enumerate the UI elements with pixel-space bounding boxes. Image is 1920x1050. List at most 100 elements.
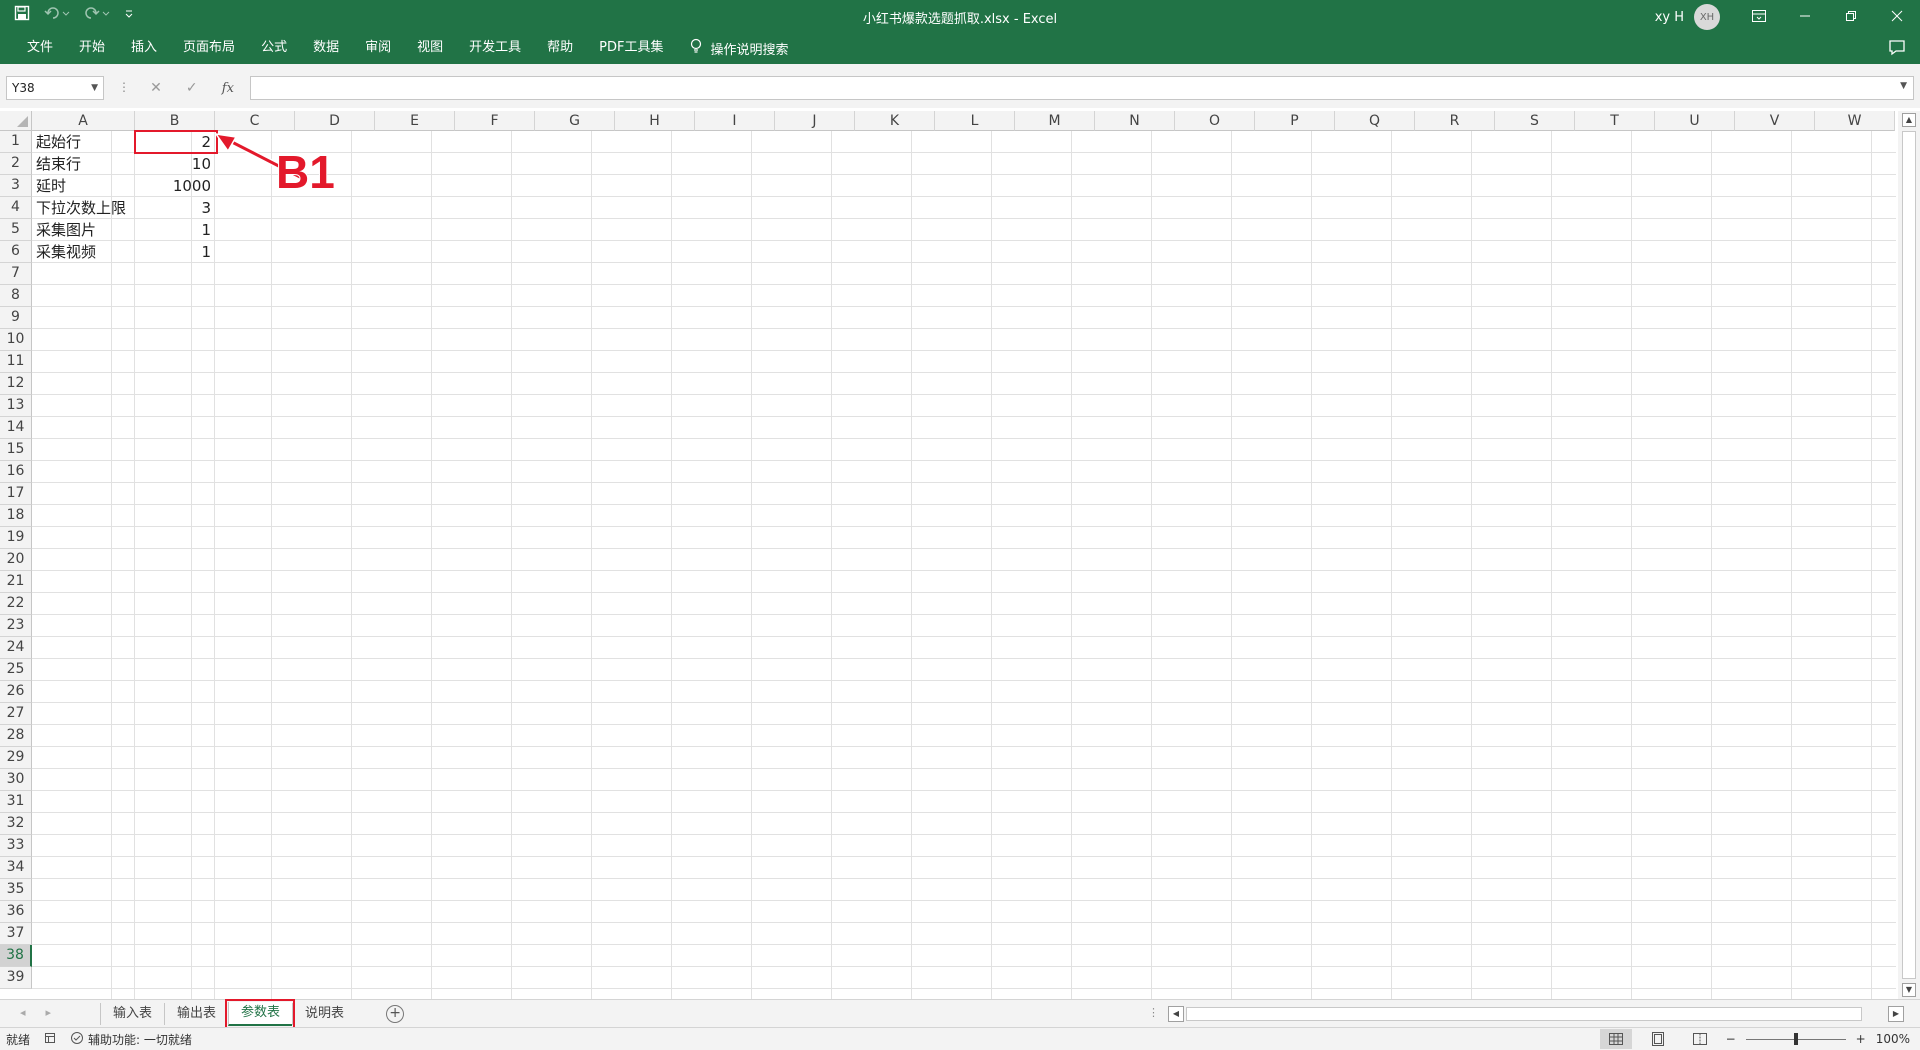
tell-me-search[interactable]: 操作说明搜索 bbox=[676, 38, 789, 58]
zoom-slider-thumb[interactable] bbox=[1793, 1032, 1798, 1045]
horizontal-scroll-thumb[interactable] bbox=[1186, 1007, 1862, 1021]
cell-b5[interactable]: 1 bbox=[135, 219, 211, 241]
row-header[interactable]: 32 bbox=[0, 813, 32, 835]
cancel-icon[interactable]: ✕ bbox=[150, 80, 162, 96]
row-header[interactable]: 13 bbox=[0, 395, 32, 417]
accessibility-status[interactable]: 辅助功能: 一切就绪 bbox=[70, 1031, 192, 1048]
column-header[interactable]: L bbox=[935, 111, 1015, 131]
sheet-tab-params[interactable]: 参数表 bbox=[225, 999, 296, 1029]
sheet-tab-output[interactable]: 输出表 bbox=[164, 1003, 228, 1025]
zoom-level[interactable]: 100% bbox=[1876, 1032, 1910, 1046]
row-header[interactable]: 36 bbox=[0, 901, 32, 923]
next-sheet-icon[interactable]: ▸ bbox=[46, 1006, 52, 1019]
row-header[interactable]: 18 bbox=[0, 505, 32, 527]
row-header[interactable]: 22 bbox=[0, 593, 32, 615]
row-header[interactable]: 25 bbox=[0, 659, 32, 681]
sheet-tab-instructions[interactable]: 说明表 bbox=[292, 1003, 356, 1025]
tab-insert[interactable]: 插入 bbox=[118, 32, 170, 64]
macro-record-icon[interactable] bbox=[44, 1032, 56, 1047]
column-header[interactable]: K bbox=[855, 111, 935, 131]
tab-file[interactable]: 文件 bbox=[14, 32, 66, 64]
column-header[interactable]: J bbox=[775, 111, 855, 131]
column-header[interactable]: A bbox=[32, 111, 135, 131]
row-header[interactable]: 8 bbox=[0, 285, 32, 307]
scroll-right-icon[interactable]: ▶ bbox=[1888, 1006, 1904, 1022]
column-header[interactable]: I bbox=[695, 111, 775, 131]
cell-b4[interactable]: 3 bbox=[135, 197, 211, 219]
page-break-preview-icon[interactable] bbox=[1684, 1029, 1716, 1049]
row-header[interactable]: 20 bbox=[0, 549, 32, 571]
tab-developer[interactable]: 开发工具 bbox=[456, 32, 534, 64]
row-header[interactable]: 16 bbox=[0, 461, 32, 483]
column-header[interactable]: P bbox=[1255, 111, 1335, 131]
row-header[interactable]: 17 bbox=[0, 483, 32, 505]
tab-formulas[interactable]: 公式 bbox=[248, 32, 300, 64]
row-header[interactable]: 34 bbox=[0, 857, 32, 879]
tab-help[interactable]: 帮助 bbox=[534, 32, 586, 64]
enter-icon[interactable]: ✓ bbox=[186, 80, 198, 96]
zoom-out-icon[interactable]: − bbox=[1726, 1032, 1736, 1046]
vertical-scroll-thumb[interactable] bbox=[1902, 131, 1916, 979]
column-header[interactable]: N bbox=[1095, 111, 1175, 131]
row-header[interactable]: 21 bbox=[0, 571, 32, 593]
normal-view-icon[interactable] bbox=[1599, 1029, 1632, 1049]
cell-b2[interactable]: 10 bbox=[135, 153, 211, 175]
cell-area[interactable]: 起始行 2 结束行 10 延时 1000 下拉次数上限 3 采集图片 1 采集视… bbox=[32, 130, 1896, 999]
minimize-icon[interactable] bbox=[1782, 0, 1828, 32]
scroll-up-icon[interactable]: ▲ bbox=[1902, 113, 1916, 127]
column-header[interactable]: W bbox=[1815, 111, 1895, 131]
tab-data[interactable]: 数据 bbox=[300, 32, 352, 64]
name-box[interactable]: Y38 ▼ bbox=[6, 76, 104, 100]
row-header[interactable]: 2 bbox=[0, 153, 32, 175]
sheet-tab-input[interactable]: 输入表 bbox=[100, 1003, 164, 1025]
column-header[interactable]: Q bbox=[1335, 111, 1415, 131]
vertical-scrollbar[interactable]: ▲ ▼ bbox=[1898, 111, 1920, 999]
chevron-down-icon[interactable]: ▼ bbox=[91, 77, 98, 99]
cell-a4[interactable]: 下拉次数上限 bbox=[36, 197, 134, 219]
account-area[interactable]: xy H XH bbox=[1655, 4, 1720, 30]
column-header[interactable]: M bbox=[1015, 111, 1095, 131]
page-layout-view-icon[interactable] bbox=[1642, 1029, 1674, 1049]
scroll-left-icon[interactable]: ◀ bbox=[1168, 1006, 1184, 1022]
row-header[interactable]: 35 bbox=[0, 879, 32, 901]
column-header[interactable]: D bbox=[295, 111, 375, 131]
row-header[interactable]: 19 bbox=[0, 527, 32, 549]
row-header[interactable]: 15 bbox=[0, 439, 32, 461]
row-header[interactable]: 14 bbox=[0, 417, 32, 439]
row-header[interactable]: 33 bbox=[0, 835, 32, 857]
column-header[interactable]: V bbox=[1735, 111, 1815, 131]
cell-a6[interactable]: 采集视频 bbox=[36, 241, 134, 263]
row-header[interactable]: 29 bbox=[0, 747, 32, 769]
comments-icon[interactable] bbox=[1888, 38, 1906, 60]
zoom-in-icon[interactable]: + bbox=[1856, 1032, 1866, 1046]
formula-input[interactable]: ▼ bbox=[250, 76, 1914, 100]
formula-bar-grip-icon[interactable]: ⋮ bbox=[118, 80, 130, 94]
column-header[interactable]: R bbox=[1415, 111, 1495, 131]
row-header[interactable]: 4 bbox=[0, 197, 32, 219]
row-header[interactable]: 27 bbox=[0, 703, 32, 725]
tab-page-layout[interactable]: 页面布局 bbox=[170, 32, 248, 64]
row-header[interactable]: 30 bbox=[0, 769, 32, 791]
scroll-down-icon[interactable]: ▼ bbox=[1902, 983, 1916, 997]
tab-review[interactable]: 审阅 bbox=[352, 32, 404, 64]
tab-pdf-tools[interactable]: PDF工具集 bbox=[586, 32, 676, 64]
row-header[interactable]: 10 bbox=[0, 329, 32, 351]
cell-a2[interactable]: 结束行 bbox=[36, 153, 134, 175]
row-header[interactable]: 7 bbox=[0, 263, 32, 285]
zoom-slider[interactable] bbox=[1745, 1032, 1846, 1045]
tab-home[interactable]: 开始 bbox=[66, 32, 118, 64]
close-icon[interactable] bbox=[1874, 0, 1920, 32]
column-header[interactable]: F bbox=[455, 111, 535, 131]
column-header[interactable]: G bbox=[535, 111, 615, 131]
previous-sheet-icon[interactable]: ◂ bbox=[20, 1006, 26, 1019]
select-all-button[interactable] bbox=[0, 111, 32, 131]
add-sheet-icon[interactable]: + bbox=[386, 1005, 405, 1023]
row-header[interactable]: 3 bbox=[0, 175, 32, 197]
column-header[interactable]: U bbox=[1655, 111, 1735, 131]
tab-view[interactable]: 视图 bbox=[404, 32, 456, 64]
ribbon-display-options-icon[interactable] bbox=[1736, 0, 1782, 32]
row-header[interactable]: 5 bbox=[0, 219, 32, 241]
row-header[interactable]: 24 bbox=[0, 637, 32, 659]
cell-b3[interactable]: 1000 bbox=[135, 175, 211, 197]
row-header[interactable]: 23 bbox=[0, 615, 32, 637]
